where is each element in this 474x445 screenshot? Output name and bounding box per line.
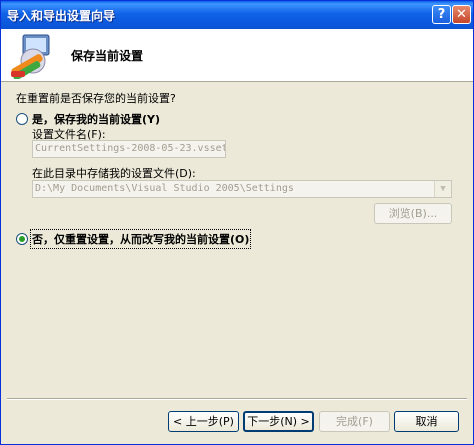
save-settings-radio[interactable] [16,113,28,125]
wizard-window: 导入和导出设置向导 ? ✕ 保存当前设置 在重置前是否保存您的当前设置? 是，保… [0,0,474,445]
close-button[interactable]: ✕ [452,5,471,24]
window-title: 导入和导出设置向导 [7,9,116,23]
title-bar[interactable]: 导入和导出设置向导 ? ✕ [1,1,473,29]
page-title: 保存当前设置 [71,49,144,63]
directory-dropdown[interactable]: D:\My Documents\Visual Studio 2005\Setti… [32,180,452,198]
chevron-down-icon[interactable]: ▼ [434,181,451,197]
next-button[interactable]: 下一步(N) > [243,411,314,432]
reset-only-radio[interactable] [16,233,28,245]
settings-wizard-icon [11,34,50,79]
save-settings-radio-label[interactable]: 是，保存我的当前设置(Y) [32,111,160,127]
finish-button[interactable]: 完成(F) [319,411,390,432]
save-question-label: 在重置前是否保存您的当前设置? [16,92,176,105]
filename-input[interactable]: CurrentSettings-2008-05-23.vssettings [32,140,226,158]
wizard-content: 在重置前是否保存您的当前设置? 是，保存我的当前设置(Y) 设置文件名(F): … [1,82,473,398]
browse-button[interactable]: 浏览(B)... [374,203,452,224]
back-button[interactable]: < 上一步(P) [168,411,239,432]
directory-value: D:\My Documents\Visual Studio 2005\Setti… [35,183,294,194]
directory-label: 在此目录中存储我的设置文件(D): [32,167,196,180]
cancel-button[interactable]: 取消 [394,411,459,432]
footer-divider [7,398,467,400]
help-button[interactable]: ? [432,5,451,24]
reset-only-radio-label[interactable]: 否，仅重置设置，从而改写我的当前设置(O) [29,229,252,249]
wizard-header: 保存当前设置 [1,29,473,82]
